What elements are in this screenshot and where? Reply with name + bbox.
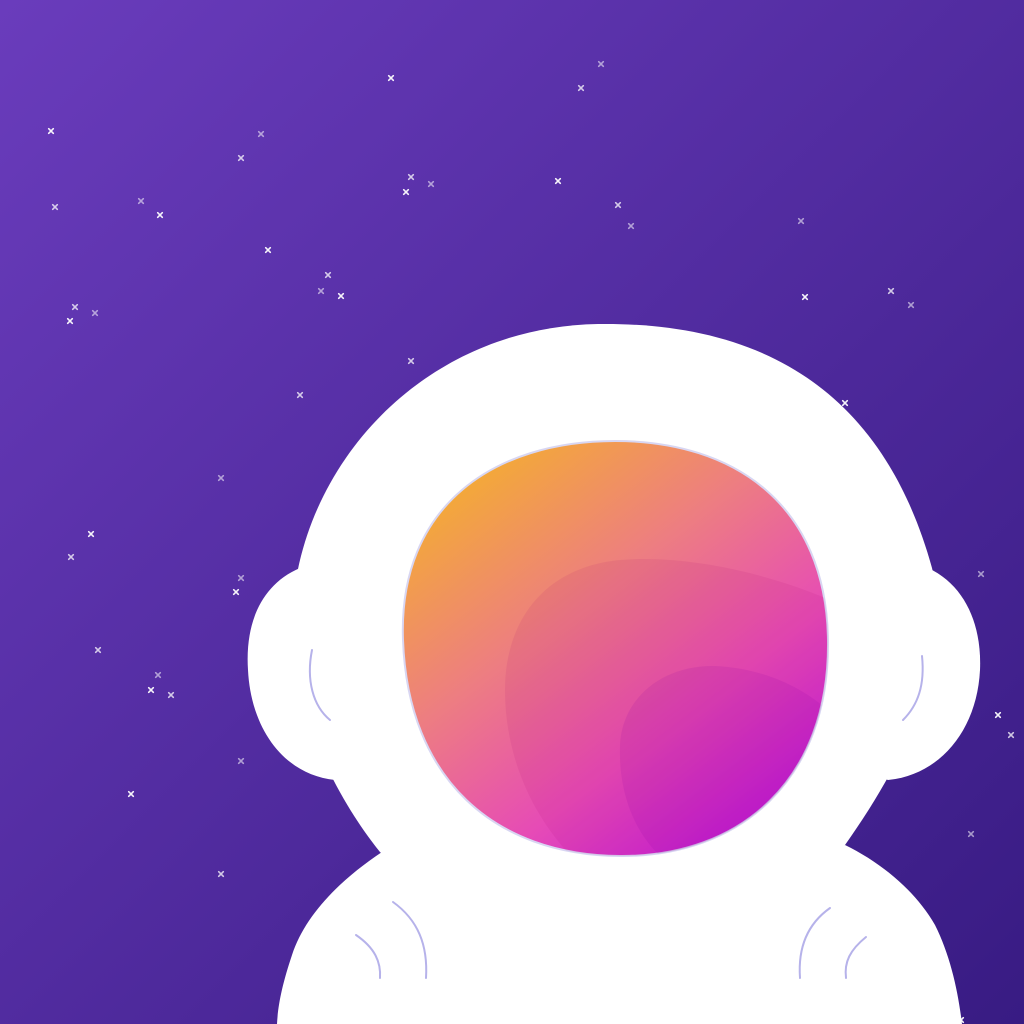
astronaut-illustration <box>0 0 1024 1024</box>
visor <box>401 439 830 858</box>
space-scene <box>0 0 1024 1024</box>
